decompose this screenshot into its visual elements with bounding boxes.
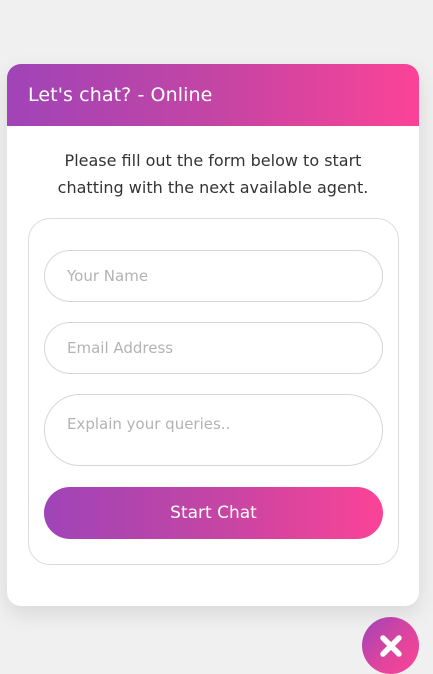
chat-header: Let's chat? - Online xyxy=(7,64,419,126)
chat-form: Start Chat xyxy=(28,218,399,565)
query-textarea[interactable] xyxy=(44,394,383,466)
intro-text: Please fill out the form below to start … xyxy=(57,151,369,197)
start-chat-button[interactable]: Start Chat xyxy=(44,487,383,539)
close-chat-button[interactable] xyxy=(362,617,419,674)
name-input[interactable] xyxy=(44,250,383,302)
email-input[interactable] xyxy=(44,322,383,374)
close-icon xyxy=(379,634,402,657)
chat-title: Let's chat? - Online xyxy=(28,84,213,106)
chat-widget: Let's chat? - Online Please fill out the… xyxy=(7,64,419,606)
